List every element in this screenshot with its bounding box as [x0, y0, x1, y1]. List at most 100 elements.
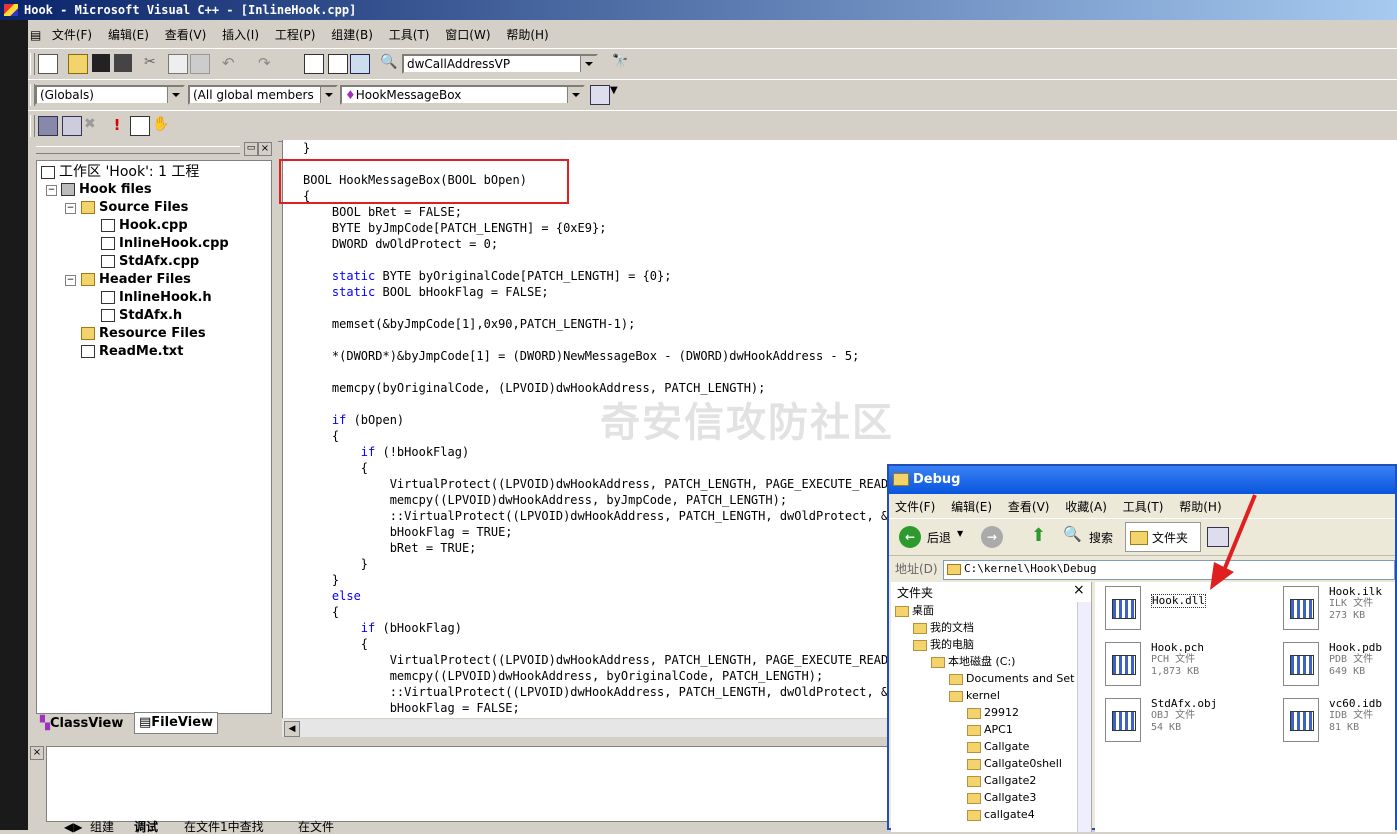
ex-menu-file[interactable]: 文件(F) [889, 494, 941, 520]
folder-tree-item[interactable]: Documents and Set [949, 670, 1074, 687]
ex-menu-favorites[interactable]: 收藏(A) [1059, 494, 1113, 520]
vertical-scrollbar[interactable] [1077, 602, 1091, 832]
save-all-icon[interactable] [114, 54, 132, 72]
breakpoint-hand-icon[interactable]: ✋ [152, 116, 170, 134]
compile-icon[interactable] [38, 116, 58, 136]
search-icon[interactable]: 🔭 [612, 54, 630, 72]
workspace-toggle-icon[interactable] [304, 54, 324, 74]
toolbar-grip[interactable] [30, 53, 35, 75]
menu-help[interactable]: 帮助(H) [500, 22, 554, 48]
function-combo[interactable]: ♦HookMessageBox [340, 85, 585, 105]
toolbar-grip[interactable] [30, 115, 35, 137]
file-item[interactable]: vc60.idb IDB 文件 81 KB [1283, 698, 1395, 750]
tree-project[interactable]: Hook files [61, 181, 152, 199]
open-folder-icon[interactable] [68, 54, 88, 74]
forward-arrow-icon[interactable]: → [981, 526, 1003, 548]
output-tab-nav-icon[interactable]: ◀▶ [64, 820, 82, 834]
folder-tree-item[interactable]: Callgate0shell [967, 755, 1062, 772]
go-icon[interactable] [130, 116, 150, 136]
cut-icon[interactable]: ✂ [144, 54, 162, 72]
ex-menu-tools[interactable]: 工具(T) [1117, 494, 1170, 520]
tab-classview[interactable]: ▚ClassView [36, 714, 127, 734]
up-folder-icon[interactable]: ⬆ [1031, 525, 1051, 549]
output-toggle-icon[interactable] [328, 54, 348, 74]
folder-tree-item[interactable]: 我的电脑 [913, 636, 974, 653]
tree-file[interactable]: InlineHook.cpp [101, 235, 229, 253]
search-icon[interactable]: 🔍 [1063, 525, 1082, 543]
chevron-down-icon[interactable] [167, 87, 183, 103]
output-text-area[interactable] [46, 746, 890, 822]
tree-workspace-root[interactable]: 工作区 'Hook': 1 工程 [41, 163, 199, 181]
back-arrow-icon[interactable]: ← [899, 526, 921, 548]
document-icon[interactable]: ▤ [28, 22, 42, 48]
folder-tree-item[interactable]: Callgate3 [967, 789, 1036, 806]
restore-icon[interactable]: ▭ [244, 142, 258, 156]
tree-file[interactable]: InlineHook.h [101, 289, 212, 307]
menu-project[interactable]: 工程(P) [269, 22, 322, 48]
folder-tree-item[interactable]: 我的文档 [913, 619, 974, 636]
close-icon[interactable]: × [1073, 582, 1085, 598]
find-combo[interactable]: dwCallAddressVP [402, 54, 598, 74]
menu-view[interactable]: 查看(V) [159, 22, 213, 48]
explorer-title-bar[interactable]: Debug [889, 466, 1395, 494]
folder-tree-item[interactable]: Callgate [967, 738, 1029, 755]
ex-menu-view[interactable]: 查看(V) [1002, 494, 1056, 520]
panel-grip[interactable] [36, 146, 240, 154]
tree-source-files[interactable]: Source Files [81, 199, 188, 217]
file-item[interactable]: Hook.ilk ILK 文件 273 KB [1283, 586, 1395, 638]
tree-readme[interactable]: ReadMe.txt [81, 343, 183, 361]
undo-icon[interactable]: ↶ [222, 54, 240, 72]
output-tab-find2[interactable]: 在文件 [298, 820, 334, 834]
build-icon[interactable] [62, 116, 82, 136]
back-button[interactable]: 后退 [927, 529, 951, 546]
wizard-action-icon[interactable] [590, 85, 610, 105]
paste-icon[interactable] [190, 54, 210, 74]
file-item[interactable]: Hook.pch PCH 文件 1,873 KB [1105, 642, 1285, 694]
execute-icon[interactable]: ! [108, 116, 126, 134]
folder-tree-item[interactable]: APC1 [967, 721, 1013, 738]
scroll-left-icon[interactable]: ◀ [284, 721, 300, 737]
wizard-menu-dropdown-icon[interactable]: ▼ [610, 85, 628, 103]
output-tab-debug[interactable]: 调试 [134, 820, 158, 834]
ex-menu-edit[interactable]: 编辑(E) [945, 494, 998, 520]
members-combo[interactable]: (All global members [188, 85, 338, 105]
menu-insert[interactable]: 插入(I) [216, 22, 265, 48]
scope-combo[interactable]: (Globals) [35, 85, 185, 105]
tree-file[interactable]: StdAfx.cpp [101, 253, 199, 271]
close-icon[interactable]: × [30, 746, 44, 760]
chevron-down-icon[interactable] [320, 87, 336, 103]
folder-tree-item[interactable]: 桌面 [895, 602, 934, 619]
stop-build-icon[interactable]: ✖ [84, 116, 102, 134]
folders-button[interactable]: 文件夹 [1125, 522, 1201, 552]
tree-file[interactable]: StdAfx.h [101, 307, 182, 325]
chevron-down-icon[interactable]: ▼ [957, 529, 963, 538]
tree-header-files[interactable]: Header Files [81, 271, 191, 289]
chevron-down-icon[interactable] [567, 87, 583, 103]
menu-tools[interactable]: 工具(T) [383, 22, 436, 48]
collapse-icon[interactable]: − [65, 203, 76, 214]
folder-tree-item[interactable]: 本地磁盘 (C:) [931, 653, 1015, 670]
save-icon[interactable] [92, 54, 110, 72]
folder-tree-item[interactable]: 29912 [967, 704, 1019, 721]
search-button[interactable]: 搜索 [1089, 529, 1113, 546]
find-in-files-icon[interactable]: 🔍 [380, 54, 398, 72]
chevron-down-icon[interactable] [580, 56, 596, 72]
folder-tree-item[interactable]: kernel [949, 687, 1000, 704]
output-tab-find1[interactable]: 在文件1中查找 [184, 820, 264, 834]
folder-tree-item[interactable]: callgate4 [967, 806, 1035, 823]
close-icon[interactable]: × [258, 142, 272, 156]
output-tab-build[interactable]: 组建 [90, 820, 114, 834]
file-item[interactable]: Hook.pdb PDB 文件 649 KB [1283, 642, 1395, 694]
new-file-icon[interactable] [38, 54, 58, 74]
tree-resource-files[interactable]: Resource Files [81, 325, 206, 343]
tree-file[interactable]: Hook.cpp [101, 217, 188, 235]
menu-window[interactable]: 窗口(W) [439, 22, 496, 48]
collapse-icon[interactable]: − [65, 275, 76, 286]
menu-edit[interactable]: 编辑(E) [102, 22, 155, 48]
horizontal-scrollbar[interactable]: ◀ [282, 718, 887, 737]
tab-fileview[interactable]: ▤FileView [134, 712, 219, 734]
redo-icon[interactable]: ↷ [258, 54, 276, 72]
menu-build[interactable]: 组建(B) [325, 22, 379, 48]
menu-file[interactable]: 文件(F) [46, 22, 98, 48]
collapse-icon[interactable]: − [46, 185, 57, 196]
